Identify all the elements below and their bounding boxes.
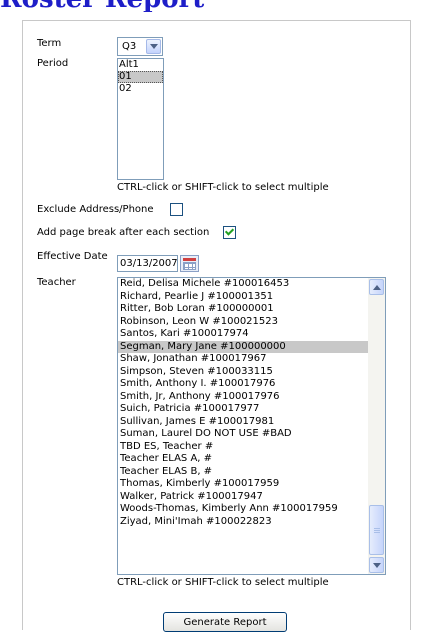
teacher-listbox[interactable]: Reid, Delisa Michele #100016453 Richard,… bbox=[117, 277, 386, 575]
teacher-option-selected[interactable]: Segman, Mary Jane #100000000 bbox=[118, 340, 369, 353]
teacher-label: Teacher bbox=[37, 277, 76, 288]
teacher-option[interactable]: Shaw, Jonathan #100017967 bbox=[118, 353, 369, 366]
calendar-icon[interactable] bbox=[180, 255, 199, 272]
teacher-option[interactable]: Ritter, Bob Loran #100000001 bbox=[118, 303, 369, 316]
period-option-02[interactable]: 02 bbox=[118, 83, 163, 95]
teacher-option[interactable]: Robinson, Leon W #100021523 bbox=[118, 316, 369, 329]
generate-report-button[interactable]: Generate Report bbox=[163, 612, 287, 632]
term-label: Term bbox=[37, 38, 62, 49]
teacher-option[interactable]: Ziyad, Mini'Imah #100022823 bbox=[118, 516, 369, 529]
scrollbar-thumb[interactable] bbox=[369, 505, 384, 555]
teacher-hint: CTRL-click or SHIFT-click to select mult… bbox=[117, 577, 329, 588]
page-title: Roster Report bbox=[0, 0, 428, 12]
period-option-01[interactable]: 01 bbox=[118, 71, 163, 83]
chevron-down-icon[interactable] bbox=[146, 39, 161, 54]
teacher-option[interactable]: TBD ES, Teacher # bbox=[118, 441, 369, 454]
term-select[interactable]: Q3 bbox=[117, 37, 163, 56]
teacher-option[interactable]: Teacher ELAS B, # bbox=[118, 466, 369, 479]
page-break-label: Add page break after each section bbox=[37, 227, 210, 238]
teacher-option[interactable]: Walker, Patrick #100017947 bbox=[118, 491, 369, 504]
teacher-option[interactable]: Thomas, Kimberly #100017959 bbox=[118, 478, 369, 491]
teacher-option[interactable]: Smith, Jr, Anthony #100017976 bbox=[118, 391, 369, 404]
teacher-option[interactable]: Teacher ELAS A, # bbox=[118, 453, 369, 466]
page-break-checkbox[interactable] bbox=[223, 226, 236, 239]
period-label: Period bbox=[37, 58, 69, 69]
teacher-option[interactable]: Smith, Anthony I. #100017976 bbox=[118, 378, 369, 391]
teacher-option[interactable]: Sullivan, James E #100017981 bbox=[118, 416, 369, 429]
teacher-option[interactable]: Woods-Thomas, Kimberly Ann #100017959 bbox=[118, 503, 369, 516]
teacher-option[interactable]: Richard, Pearlie J #100001351 bbox=[118, 291, 369, 304]
teacher-option[interactable]: Suman, Laurel DO NOT USE #BAD bbox=[118, 428, 369, 441]
period-listbox[interactable]: Alt1 01 02 bbox=[117, 58, 164, 180]
teacher-scrollbar[interactable] bbox=[368, 278, 385, 574]
checkmark-icon bbox=[224, 226, 235, 236]
teacher-option[interactable]: Suich, Patricia #100017977 bbox=[118, 403, 369, 416]
scroll-down-icon[interactable] bbox=[369, 557, 384, 573]
term-value: Q3 bbox=[122, 41, 137, 52]
exclude-address-label: Exclude Address/Phone bbox=[37, 204, 154, 215]
exclude-address-checkbox[interactable] bbox=[170, 203, 183, 216]
period-hint: CTRL-click or SHIFT-click to select mult… bbox=[117, 182, 329, 193]
period-option-alt1[interactable]: Alt1 bbox=[118, 59, 163, 71]
scroll-up-icon[interactable] bbox=[369, 279, 384, 295]
teacher-option[interactable]: Reid, Delisa Michele #100016453 bbox=[118, 278, 369, 291]
effective-date-input[interactable]: 03/13/2007 bbox=[117, 255, 178, 272]
teacher-option[interactable]: Santos, Kari #100017974 bbox=[118, 328, 369, 341]
teacher-option[interactable]: Simpson, Steven #100033115 bbox=[118, 366, 369, 379]
effective-date-label: Effective Date bbox=[37, 251, 108, 262]
